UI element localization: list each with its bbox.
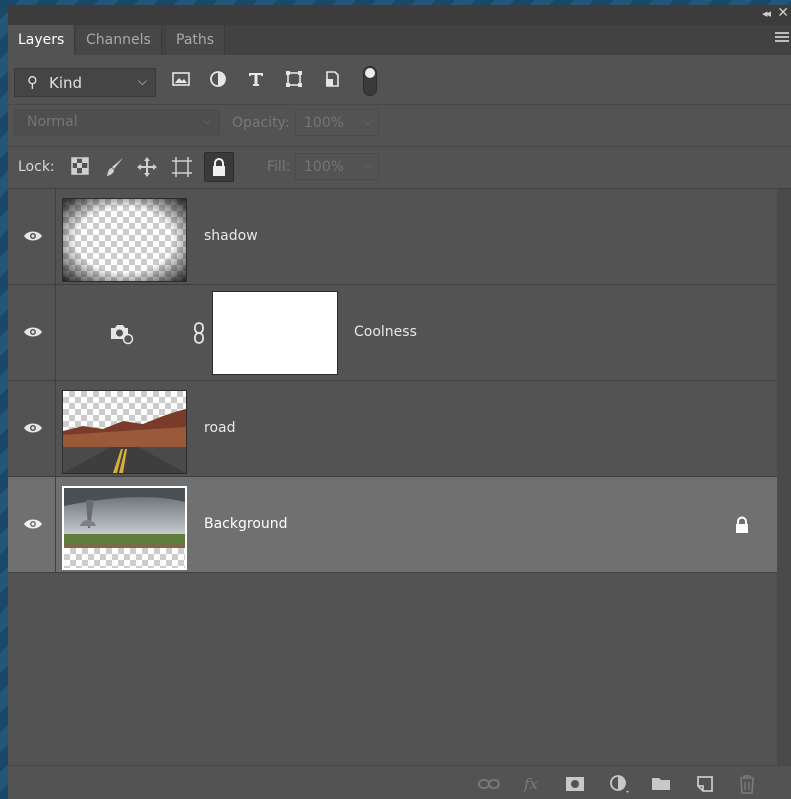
new-adjustment-layer-icon[interactable] — [608, 774, 630, 794]
layer-mask-thumbnail[interactable] — [212, 291, 338, 375]
opacity-label: Opacity: — [232, 115, 290, 131]
chevron-down-icon: ⌵ — [363, 115, 372, 128]
visibility-toggle[interactable] — [8, 189, 56, 285]
shape-filter-icon[interactable] — [284, 69, 308, 95]
layer-thumbnail[interactable] — [62, 390, 187, 474]
search-icon: ⚲ — [27, 73, 38, 91]
layer-thumbnail[interactable] — [62, 486, 187, 570]
lock-transparent-pixels-icon[interactable] — [70, 156, 92, 178]
close-panel-icon[interactable]: ✕ — [777, 5, 789, 21]
tab-paths[interactable]: Paths — [166, 25, 226, 55]
lock-artboard-icon[interactable] — [171, 156, 193, 178]
layer-name[interactable]: shadow — [204, 228, 258, 244]
add-mask-icon[interactable] — [564, 774, 586, 794]
eye-icon — [24, 327, 42, 337]
layer-row-road[interactable]: road — [8, 381, 777, 477]
layers-scrollbar[interactable] — [777, 189, 791, 765]
fill-value: 100% — [304, 159, 345, 175]
panel-menu-icon[interactable] — [775, 32, 789, 44]
blend-mode-value: Normal — [27, 114, 78, 130]
new-layer-icon[interactable] — [694, 774, 716, 794]
chevron-down-icon: ⌵ — [363, 159, 372, 172]
lock-all-icon[interactable] — [204, 152, 234, 182]
trash-icon[interactable] — [736, 774, 758, 794]
visibility-toggle[interactable] — [8, 285, 56, 381]
lock-position-icon[interactable] — [136, 156, 158, 178]
fx-layer-style-icon[interactable]: fx — [523, 774, 545, 794]
layer-thumbnail[interactable] — [62, 198, 187, 282]
layer-name[interactable]: road — [204, 420, 235, 436]
fill-input[interactable]: 100% ⌵ — [295, 153, 379, 180]
layers-panel: ◂◂ ✕ Layers Channels Paths ⚲ Kind ⌵ Norm… — [8, 5, 791, 799]
tab-channels[interactable]: Channels — [76, 25, 162, 55]
svg-text:fx: fx — [523, 775, 539, 793]
smart-object-filter-icon[interactable] — [322, 69, 346, 95]
link-layers-icon[interactable] — [478, 774, 500, 794]
adjustment-filter-icon[interactable] — [208, 69, 232, 95]
blend-mode-select[interactable]: Normal ⌵ — [14, 109, 220, 136]
eye-icon — [24, 423, 42, 433]
layer-filter-row: ⚲ Kind ⌵ — [8, 55, 791, 105]
lock-image-pixels-icon[interactable] — [104, 156, 126, 178]
lock-row: Lock: Fill: 100% ⌵ — [8, 147, 791, 189]
layer-list: shadow Coolness road Background — [8, 189, 777, 579]
chevron-down-icon: ⌵ — [137, 74, 147, 88]
filter-kind-select[interactable]: ⚲ Kind ⌵ — [14, 68, 156, 97]
panel-title-bar: ◂◂ ✕ — [8, 5, 791, 25]
opacity-value: 100% — [304, 115, 345, 131]
type-filter-icon[interactable] — [246, 69, 270, 95]
layer-row-shadow[interactable]: shadow — [8, 189, 777, 285]
panel-footer-toolbar: fx — [8, 765, 791, 799]
link-icon[interactable] — [192, 321, 206, 345]
visibility-toggle[interactable] — [8, 477, 56, 573]
eye-icon — [24, 519, 42, 529]
opacity-input[interactable]: 100% ⌵ — [295, 109, 379, 136]
image-filter-icon[interactable] — [171, 69, 195, 95]
visibility-toggle[interactable] — [8, 381, 56, 477]
filter-kind-label: Kind — [49, 74, 83, 92]
collapse-panel-icon[interactable]: ◂◂ — [762, 7, 771, 20]
blend-row: Normal ⌵ Opacity: 100% ⌵ — [8, 105, 791, 147]
layer-name[interactable]: Background — [204, 516, 288, 532]
fill-label: Fill: — [267, 159, 291, 175]
lock-label: Lock: — [18, 159, 55, 175]
filter-toggle-switch[interactable] — [363, 66, 377, 96]
layer-locked-icon — [736, 516, 748, 533]
layer-row-coolness[interactable]: Coolness — [8, 285, 777, 381]
panel-tab-row: Layers Channels Paths — [8, 25, 791, 55]
new-group-folder-icon[interactable] — [650, 774, 672, 794]
tab-layers[interactable]: Layers — [8, 25, 76, 55]
chevron-down-icon: ⌵ — [202, 114, 211, 127]
eye-icon — [24, 231, 42, 241]
layer-row-background[interactable]: Background — [8, 477, 777, 573]
layer-name[interactable]: Coolness — [354, 324, 417, 340]
photo-filter-adjustment-icon[interactable] — [108, 321, 134, 345]
